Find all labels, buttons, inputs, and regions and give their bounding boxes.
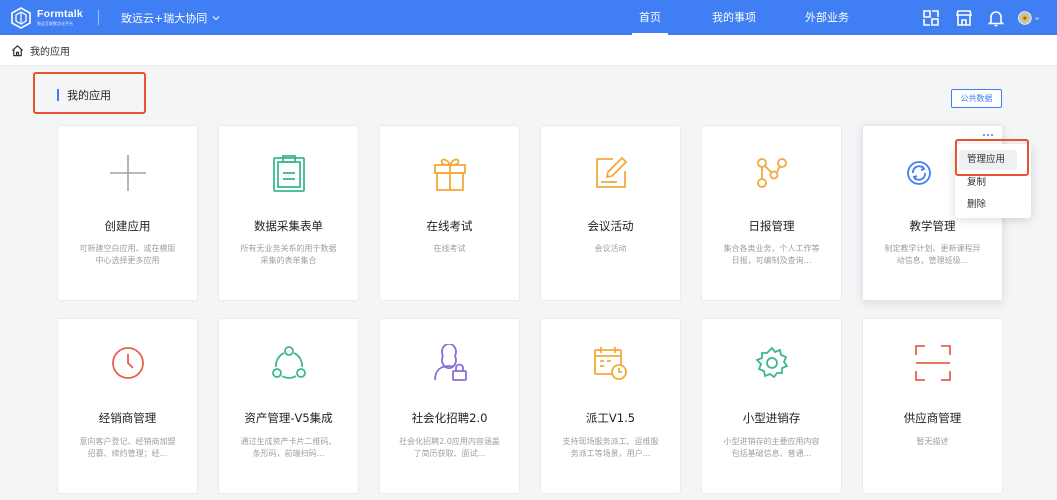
app-card-desc: 在线考试: [433, 244, 466, 253]
app-logo[interactable]: Formtalk 致远互联数字化平台: [10, 6, 83, 29]
app-context-menu: 管理应用 复制 删除: [955, 144, 1031, 218]
org-name: 致远云+瑞大协同: [121, 12, 208, 25]
clock-icon: [108, 343, 148, 383]
app-card-desc: 小型进销存的主要应用内容包括基础信息、普通...: [723, 437, 820, 458]
app-card-title: 供应商管理: [903, 411, 962, 425]
app-card-title: 会议活动: [587, 219, 634, 233]
app-card-desc: 通过生成资产卡片二维码、条形码，前端扫码...: [240, 437, 337, 458]
menu-item-copy[interactable]: 复制: [959, 173, 1017, 193]
nav-tab-my-items[interactable]: 我的事项: [710, 0, 758, 35]
workflow-icon: [752, 153, 792, 193]
nav-tab-label: 外部业务: [805, 11, 849, 24]
app-card-desc: 所有无业务关系的用于数据采集的表单集合: [240, 244, 337, 265]
section-header: 我的应用: [57, 86, 111, 104]
home-icon[interactable]: [11, 44, 24, 57]
app-card-dealer[interactable]: 经销商管理 意向客户登记、经销商加盟招募、续约管理；经...: [57, 318, 198, 494]
nav-tab-home[interactable]: 首页: [632, 0, 668, 35]
app-card-asset[interactable]: 资产管理-V5集成 通过生成资产卡片二维码、条形码，前端扫码...: [218, 318, 359, 494]
app-card-inventory[interactable]: 小型进销存 小型进销存的主要应用内容包括基础信息、普通...: [701, 318, 842, 494]
user-lock-icon: [430, 343, 470, 383]
app-card-title: 派工V1.5: [585, 411, 636, 425]
clipboard-icon: [269, 153, 309, 193]
app-card-desc: 暂无描述: [916, 437, 949, 446]
app-card-title: 经销商管理: [98, 411, 157, 425]
breadcrumb-current: 我的应用: [30, 46, 70, 58]
nav-tab-external[interactable]: 外部业务: [803, 0, 851, 35]
app-card-create[interactable]: 创建应用 可新建空白应用、或在模版中心选择更多应用: [57, 125, 198, 301]
brand-subtitle: 致远互联数字化平台: [37, 20, 73, 26]
app-card-title: 社会化招聘2.0: [411, 411, 488, 425]
avatar[interactable]: [1017, 7, 1039, 29]
gear-icon: [752, 343, 792, 383]
share-icon: [269, 343, 309, 383]
app-card-desc: 社会化招聘2.0应用内容涵盖了简历获取、面试...: [399, 437, 500, 458]
app-card-title: 资产管理-V5集成: [244, 411, 333, 425]
edit-icon: [591, 153, 631, 193]
app-card-meeting[interactable]: 会议活动 会议活动: [540, 125, 681, 301]
divider: [98, 10, 99, 25]
refresh-icon: [899, 153, 939, 193]
app-card-desc: 可新建空白应用、或在模版中心选择更多应用: [79, 244, 176, 265]
public-data-button[interactable]: 公共数据: [951, 89, 1002, 108]
menu-item-delete[interactable]: 删除: [959, 195, 1017, 215]
plus-icon: [108, 153, 148, 193]
app-card-daily-report[interactable]: 日报管理 集合各类业务，个人工作等日报，可编制及查询...: [701, 125, 842, 301]
app-card-data-form[interactable]: 数据采集表单 所有无业务关系的用于数据采集的表单集合: [218, 125, 359, 301]
calendar-clock-icon: [591, 343, 631, 383]
more-options-icon[interactable]: [980, 131, 996, 139]
apps-icon[interactable]: [920, 7, 942, 29]
app-card-desc: 意向客户登记、经销商加盟招募、续约管理；经...: [79, 437, 176, 458]
avatar-chevron-icon: [1034, 16, 1039, 20]
app-card-title: 教学管理: [909, 219, 956, 233]
scan-frame-icon: [913, 343, 953, 383]
store-icon[interactable]: [953, 7, 975, 29]
nav-tab-label: 首页: [639, 11, 661, 24]
app-card-desc: 会议活动: [594, 244, 627, 253]
app-card-title: 小型进销存: [742, 411, 801, 425]
gift-icon: [430, 153, 470, 193]
app-card-desc: 支持现场服务派工、运维服务派工等场景，用户...: [562, 437, 659, 458]
formtalk-logo-icon: [11, 6, 31, 29]
app-card-desc: 集合各类业务，个人工作等日报，可编制及查询...: [723, 244, 820, 265]
section-accent-bar: [57, 89, 59, 101]
app-card-supplier[interactable]: 供应商管理 暂无描述: [862, 318, 1003, 494]
org-switcher[interactable]: 致远云+瑞大协同: [121, 10, 220, 26]
app-card-desc: 制定教学计划、更新课程异动信息，管理班级...: [884, 244, 981, 265]
section-title: 我的应用: [67, 89, 111, 102]
chevron-down-icon: [212, 16, 220, 21]
menu-item-manage-app[interactable]: 管理应用: [959, 150, 1017, 170]
breadcrumb: 我的应用: [0, 35, 1057, 65]
app-card-title: 在线考试: [426, 219, 473, 233]
top-navigation-bar: Formtalk 致远互联数字化平台 致远云+瑞大协同 首页 我的事项 外部业务: [0, 0, 1057, 35]
brand-name: Formtalk: [37, 8, 83, 21]
app-card-title: 创建应用: [104, 219, 151, 233]
app-card-recruitment[interactable]: 社会化招聘2.0 社会化招聘2.0应用内容涵盖了简历获取、面试...: [379, 318, 520, 494]
app-card-online-exam[interactable]: 在线考试 在线考试: [379, 125, 520, 301]
app-card-dispatch[interactable]: 派工V1.5 支持现场服务派工、运维服务派工等场景，用户...: [540, 318, 681, 494]
app-card-title: 日报管理: [748, 219, 795, 233]
bell-icon[interactable]: [985, 7, 1007, 29]
nav-tab-label: 我的事项: [712, 11, 756, 24]
app-card-title: 数据采集表单: [254, 219, 323, 233]
